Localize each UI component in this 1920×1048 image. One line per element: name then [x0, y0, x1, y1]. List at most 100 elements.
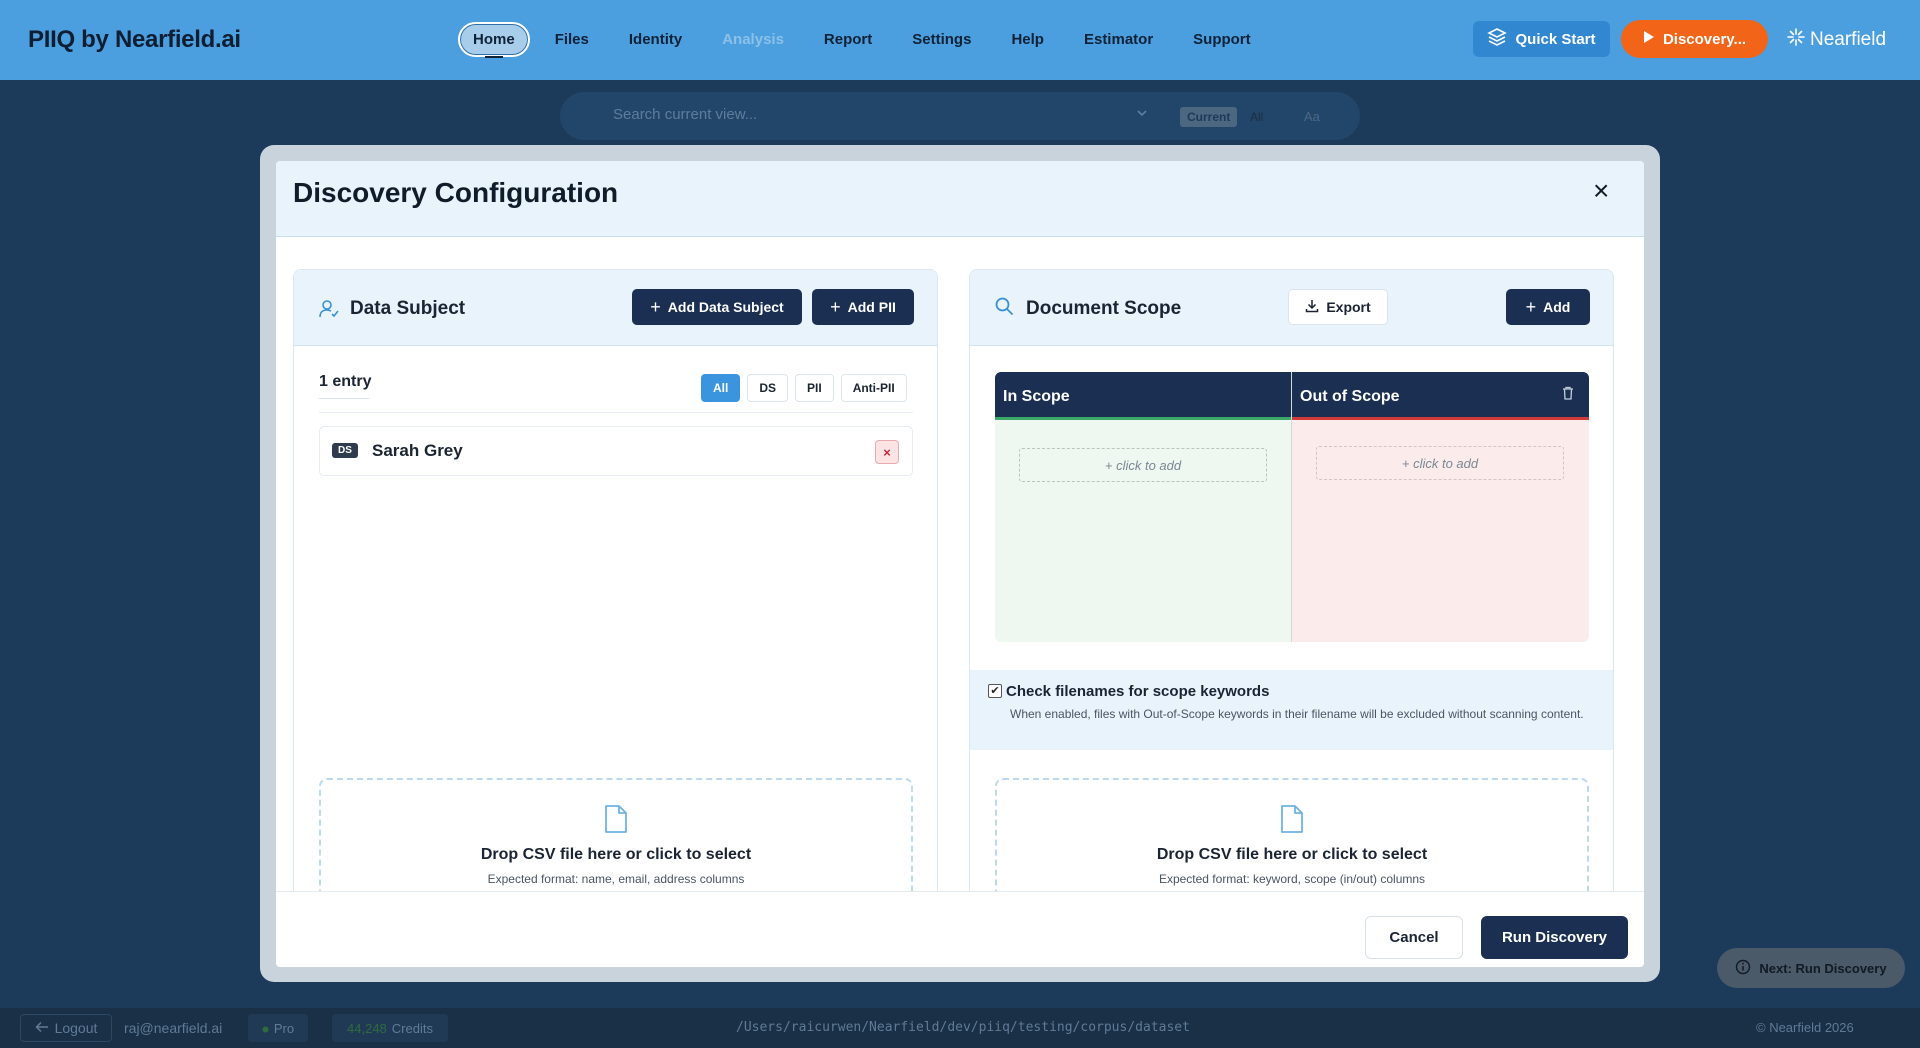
document-scope-panel: Document Scope Export + Add In Scope + c… [969, 269, 1614, 967]
dropzone-hint: Expected format: name, email, address co… [487, 872, 745, 886]
add-data-subject-label: Add Data Subject [667, 299, 784, 315]
file-icon [603, 804, 629, 839]
nav-files[interactable]: Files [540, 22, 604, 57]
delete-entry-button[interactable]: × [875, 440, 899, 464]
logout-button[interactable]: Logout [20, 1014, 112, 1042]
add-scope-button[interactable]: + Add [1506, 289, 1590, 325]
play-icon [1643, 30, 1655, 48]
match-case-toggle[interactable]: Aa [1304, 109, 1320, 124]
plus-icon: + [1525, 296, 1537, 317]
search-bar: Search current view... Current All Aa [560, 92, 1360, 140]
export-button[interactable]: Export [1288, 289, 1388, 325]
in-scope-add-slot[interactable]: + click to add [1019, 448, 1267, 482]
nav-help[interactable]: Help [996, 22, 1059, 57]
in-scope-column: In Scope + click to add [995, 372, 1292, 642]
entry-count: 1 entry [319, 373, 372, 390]
document-scope-title: Document Scope [1026, 298, 1182, 319]
nav-estimator[interactable]: Estimator [1069, 22, 1168, 57]
dropzone-hint: Expected format: keyword, scope (in/out)… [1158, 872, 1426, 886]
filename-check-label[interactable]: Check filenames for scope keywords [1006, 683, 1269, 700]
logout-label: Logout [54, 1020, 98, 1036]
chevron-down-icon[interactable] [1135, 106, 1149, 123]
filter-pii[interactable]: PII [795, 374, 834, 402]
filter-anti-pii[interactable]: Anti-PII [840, 374, 907, 402]
search-scope-all[interactable]: All [1250, 110, 1263, 124]
close-icon[interactable]: × [1593, 175, 1609, 207]
plan-label: Pro [273, 1020, 295, 1036]
filename-check-checkbox[interactable]: ✔ [988, 684, 1002, 698]
run-discovery-button[interactable]: Run Discovery [1481, 916, 1628, 959]
data-subject-header: Data Subject + Add Data Subject + Add PI… [294, 270, 937, 346]
status-bar: Logout raj@nearfield.ai Pro 44,248 Credi… [0, 1008, 1920, 1048]
data-subject-title: Data Subject [350, 298, 466, 319]
layers-icon [1487, 27, 1508, 51]
document-scope-header: Document Scope Export + Add [970, 270, 1613, 346]
filter-all[interactable]: All [701, 374, 741, 402]
scope-table: In Scope + click to add Out of Scope + c… [995, 372, 1589, 642]
credits-value: 44,248 [347, 1020, 387, 1036]
trash-icon[interactable] [1562, 386, 1574, 403]
search-input[interactable]: Search current view... [613, 106, 757, 123]
credits-badge: 44,248 Credits [332, 1014, 448, 1042]
modal-title: Discovery Configuration [293, 177, 619, 208]
nearfield-logo-text: Nearfield [1810, 29, 1887, 50]
nearfield-mark-icon [1786, 27, 1806, 53]
copyright: © Nearfield 2026 [1756, 1020, 1854, 1035]
next-step-label: Next: Run Discovery [1759, 960, 1887, 976]
working-path: /Users/raicurwen/Nearfield/dev/piiq/test… [736, 1020, 1190, 1035]
status-dot-icon [262, 1021, 269, 1036]
nav-support[interactable]: Support [1178, 22, 1266, 57]
discovery-button[interactable]: Discovery... [1621, 20, 1768, 58]
add-data-subject-button[interactable]: + Add Data Subject [632, 289, 802, 325]
user-email: raj@nearfield.ai [124, 1020, 223, 1036]
discovery-config-modal: Discovery Configuration × Data Subject +… [276, 161, 1644, 967]
quick-start-label: Quick Start [1515, 30, 1596, 48]
out-of-scope-add-slot[interactable]: + click to add [1316, 446, 1564, 480]
plus-icon: + [830, 296, 841, 317]
search-icon [994, 296, 1014, 321]
download-icon [1305, 299, 1319, 316]
main-nav: Home Files Identity Analysis Report Sett… [458, 22, 1276, 58]
dropzone-title: Drop CSV file here or click to select [480, 846, 752, 863]
add-pii-button[interactable]: + Add PII [812, 289, 914, 325]
search-scope-current[interactable]: Current [1180, 107, 1238, 127]
arrow-left-icon [35, 1020, 49, 1036]
export-label: Export [1326, 299, 1371, 315]
quick-start-button[interactable]: Quick Start [1473, 21, 1610, 57]
credits-label: Credits [391, 1020, 433, 1036]
nav-identity[interactable]: Identity [614, 22, 697, 57]
entry-filters: All DS PII Anti-PII [701, 374, 907, 402]
modal-footer: Cancel Run Discovery [276, 891, 1644, 967]
data-subject-panel: Data Subject + Add Data Subject + Add PI… [293, 269, 938, 967]
next-step-hint[interactable]: Next: Run Discovery [1717, 948, 1905, 988]
nav-settings[interactable]: Settings [897, 22, 986, 57]
modal-header: Discovery Configuration × [276, 161, 1644, 237]
plus-icon: + [650, 296, 661, 317]
out-of-scope-header: Out of Scope [1292, 372, 1589, 420]
in-scope-header: In Scope [995, 372, 1291, 420]
file-icon [1279, 804, 1305, 839]
filename-check-option: ✔ Check filenames for scope keywords Whe… [970, 670, 1613, 750]
out-of-scope-column: Out of Scope + click to add [1292, 372, 1589, 642]
cancel-button[interactable]: Cancel [1365, 916, 1463, 959]
user-check-icon [318, 298, 340, 325]
nav-report[interactable]: Report [809, 22, 887, 57]
filename-check-description: When enabled, files with Out-of-Scope ke… [1010, 707, 1584, 721]
dropzone-title: Drop CSV file here or click to select [1156, 846, 1428, 863]
list-item[interactable]: DS Sarah Grey × [319, 426, 913, 476]
info-icon [1735, 959, 1751, 978]
filter-ds[interactable]: DS [747, 374, 789, 402]
nearfield-logo: Nearfield [1786, 27, 1886, 53]
plan-badge: Pro [248, 1014, 308, 1042]
entry-name: Sarah Grey [372, 441, 463, 460]
divider [319, 398, 369, 399]
add-scope-label: Add [1543, 299, 1571, 315]
ds-badge: DS [332, 443, 358, 458]
app-brand: PIIQ by Nearfield.ai [28, 26, 241, 53]
nav-home[interactable]: Home [458, 22, 530, 58]
top-nav-bar: PIIQ by Nearfield.ai Home Files Identity… [0, 0, 1920, 80]
divider [319, 412, 913, 413]
add-pii-label: Add PII [847, 299, 896, 315]
discovery-label: Discovery... [1662, 30, 1747, 48]
nav-analysis[interactable]: Analysis [707, 22, 799, 57]
